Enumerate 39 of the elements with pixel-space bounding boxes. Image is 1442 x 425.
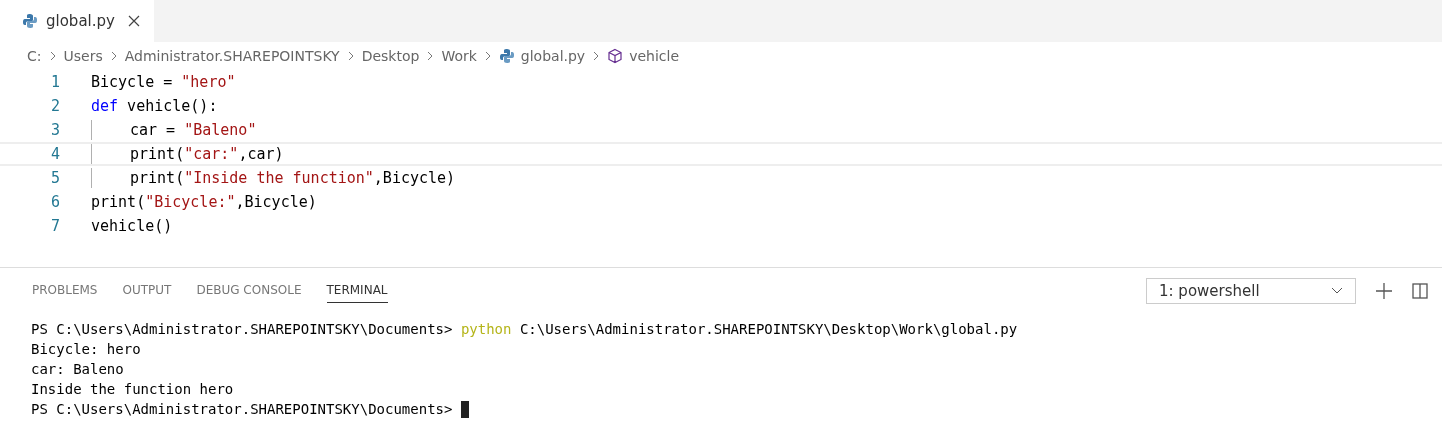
line-number: 7 xyxy=(49,217,61,235)
plus-icon[interactable] xyxy=(1376,282,1392,299)
breadcrumb-item[interactable]: Users xyxy=(63,48,103,64)
python-icon xyxy=(498,48,515,64)
line-number: 3 xyxy=(49,121,61,139)
code-line: print("Inside the function",Bicycle) xyxy=(130,169,456,187)
code-line: print("car:",car) xyxy=(130,145,284,163)
breadcrumb-item[interactable]: Administrator.SHAREPOINTSKY xyxy=(124,48,340,64)
line-number: 6 xyxy=(49,193,61,211)
panel-tab[interactable]: DEBUG CONSOLE xyxy=(196,278,302,303)
breadcrumb-item[interactable]: C: xyxy=(27,48,42,64)
python-icon xyxy=(22,13,38,29)
split-icon[interactable] xyxy=(1412,282,1428,299)
line-number: 4 xyxy=(49,145,61,163)
editor-tab[interactable]: global.py xyxy=(0,0,154,42)
panel-tab[interactable]: PROBLEMS xyxy=(32,278,98,303)
close-icon[interactable] xyxy=(128,15,140,27)
line-number: 5 xyxy=(49,169,61,187)
cube-icon xyxy=(607,48,624,64)
chevron-down-icon xyxy=(1331,286,1343,295)
code-line: def vehicle(): xyxy=(91,97,218,115)
line-number: 2 xyxy=(49,97,61,115)
breadcrumb-item[interactable]: Desktop xyxy=(361,48,420,64)
terminal-line: Inside the function hero xyxy=(31,381,234,397)
panel-tab[interactable]: OUTPUT xyxy=(122,278,172,303)
terminal-line: Bicycle: hero xyxy=(31,341,141,357)
code-line: Bicycle = "hero" xyxy=(91,73,236,91)
line-number: 1 xyxy=(49,73,61,91)
terminal-dropdown[interactable]: 1: powershell xyxy=(1146,277,1356,304)
breadcrumb-item[interactable]: vehicle xyxy=(607,48,680,64)
panel-tab[interactable]: TERMINAL xyxy=(326,278,388,303)
code-line: print("Bicycle:",Bicycle) xyxy=(91,193,317,211)
breadcrumb-item[interactable]: global.py xyxy=(498,48,586,64)
terminal-line: PS C:\Users\Administrator.SHAREPOINTSKY\Documents> xyxy=(31,401,454,417)
terminal-line: PS C:\Users\Administrator.SHAREPOINTSKY\Documents> python C:\Users\Administrator.SHAREPOINTSKY\Desktop\Work\global.py xyxy=(31,321,1018,337)
code-line: car = "Baleno" xyxy=(130,121,257,139)
breadcrumb-item[interactable]: Work xyxy=(441,48,477,64)
terminal-line: car: Baleno xyxy=(31,361,124,377)
code-line: vehicle() xyxy=(91,217,173,235)
